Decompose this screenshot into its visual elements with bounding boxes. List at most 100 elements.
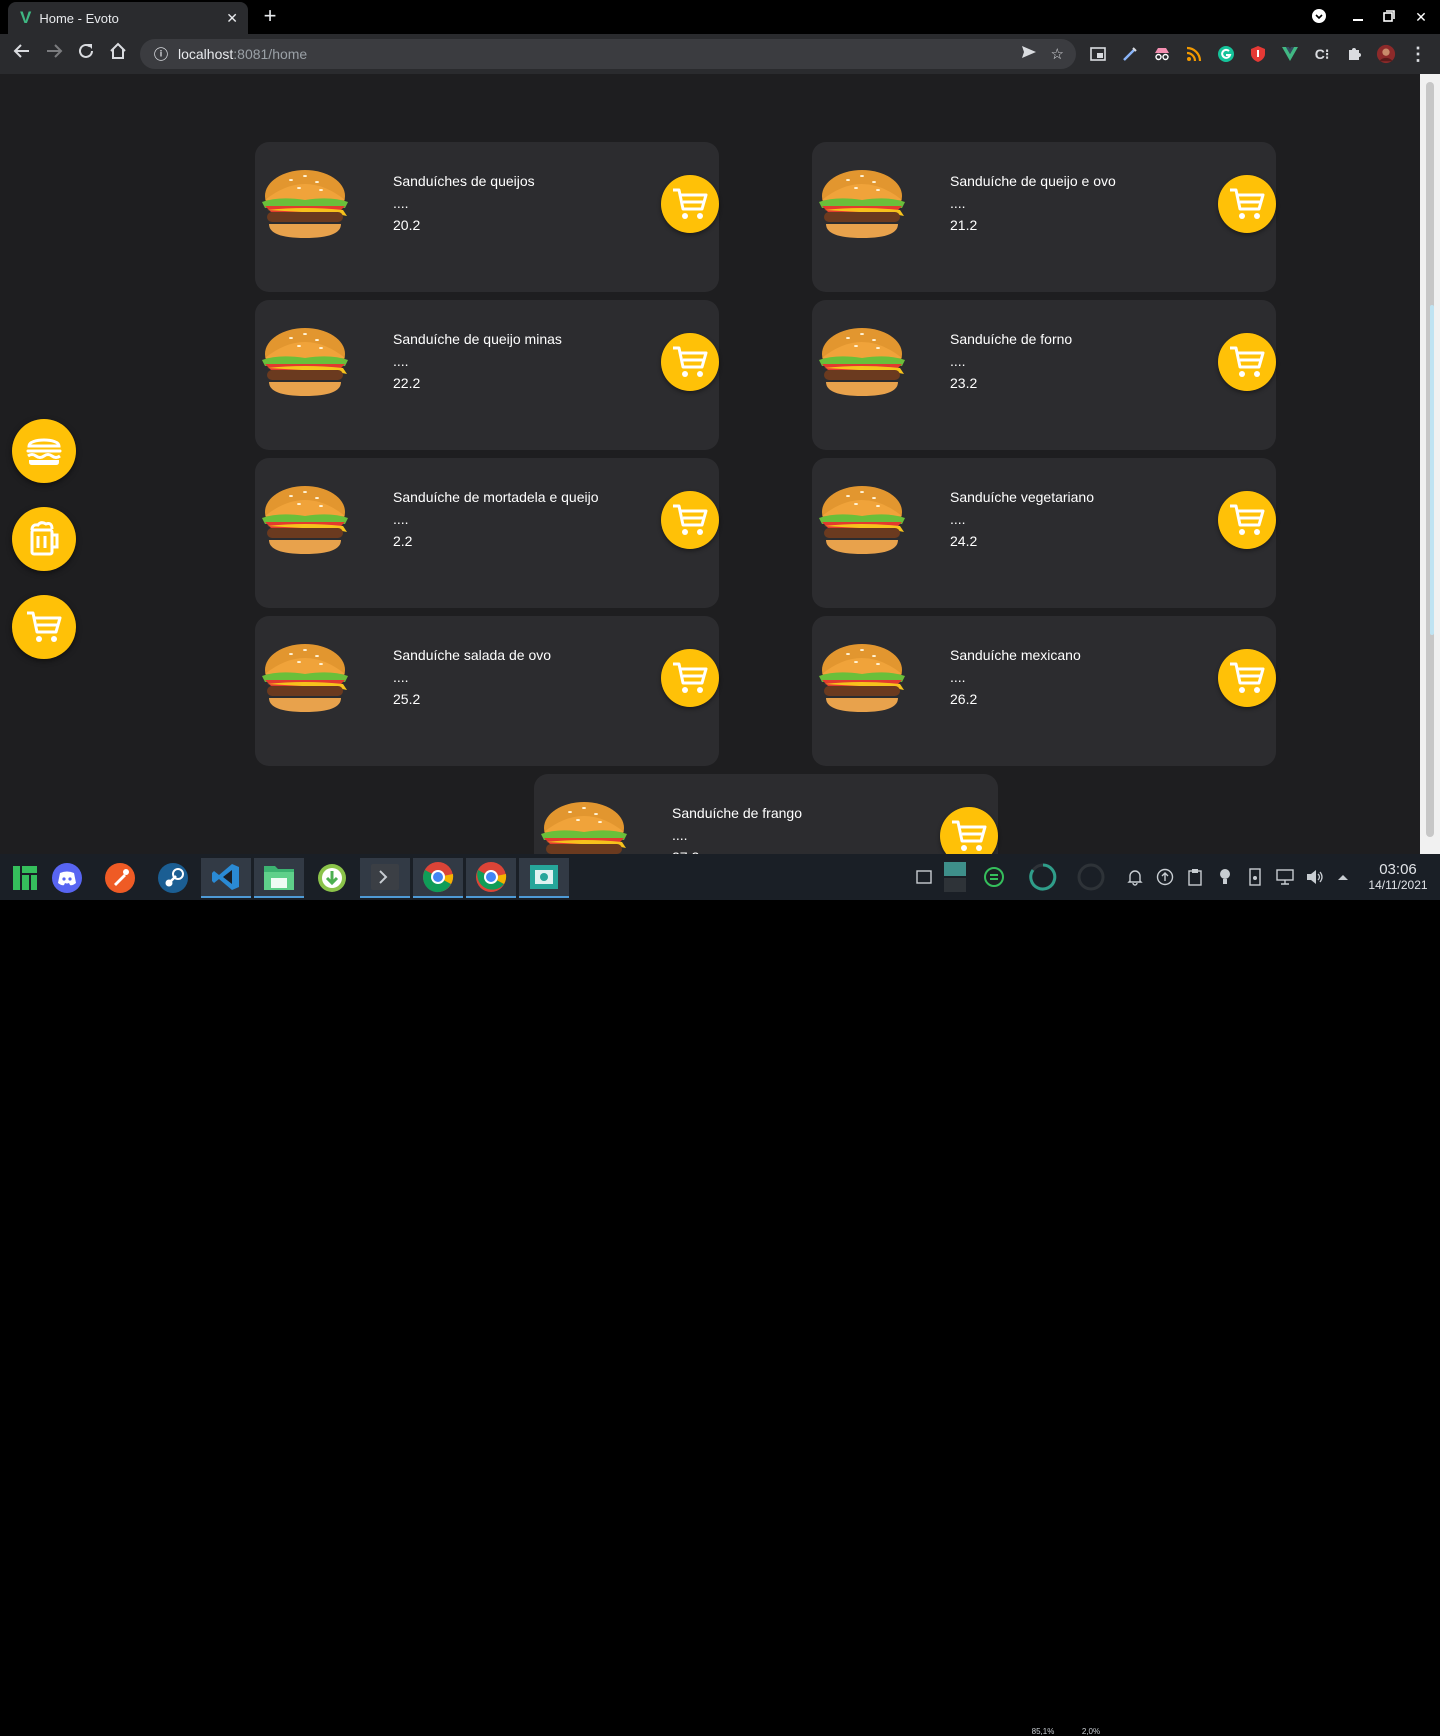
chrome-second-window-icon[interactable]: [466, 858, 516, 898]
browser-toolbar: i localhost:8081/home ☆ C⁝ ⋮: [0, 34, 1440, 74]
cpu-monitor[interactable]: [1028, 862, 1058, 892]
site-info-icon[interactable]: i: [154, 47, 168, 61]
tab-search-icon[interactable]: [1310, 8, 1328, 26]
scrollbar-highlight: [1430, 305, 1434, 635]
chrome-menu-icon[interactable]: ⋮: [1408, 44, 1428, 64]
file-manager-icon[interactable]: [254, 858, 304, 898]
burger-image: [819, 170, 905, 238]
product-card[interactable]: Sanduíche de forno.... 23.2: [812, 300, 1276, 450]
product-price: 22.2: [393, 375, 421, 391]
new-tab-button[interactable]: +: [258, 4, 282, 28]
add-to-cart-button[interactable]: [1218, 333, 1276, 391]
product-description: ....: [672, 827, 688, 843]
forward-arrow-icon[interactable]: [42, 42, 66, 66]
product-card[interactable]: Sanduíche de mortadela e queijo.... 2.2: [255, 458, 719, 608]
shield-ext-icon[interactable]: [1248, 44, 1268, 64]
product-name: Sanduíche vegetariano: [950, 489, 1094, 505]
incognito-ext-icon[interactable]: [1152, 44, 1172, 64]
pager-icon[interactable]: [943, 862, 967, 892]
screenshot-tool-icon[interactable]: [519, 858, 569, 898]
profile-avatar[interactable]: [1376, 44, 1396, 64]
cart-icon: [1230, 662, 1265, 693]
extensions-puzzle-icon[interactable]: [1344, 44, 1364, 64]
vscode-icon[interactable]: [201, 858, 251, 898]
network-icon[interactable]: [1274, 866, 1296, 888]
css-ext-icon[interactable]: C⁝: [1312, 44, 1332, 64]
product-card[interactable]: Sanduíche de frango....27.2: [534, 774, 998, 854]
product-card[interactable]: Sanduíche mexicano.... 26.2: [812, 616, 1276, 766]
product-card[interactable]: Sanduíche de queijo e ovo.... 21.2: [812, 142, 1276, 292]
send-tab-icon[interactable]: [1021, 44, 1037, 64]
fab-burgers-button[interactable]: [12, 419, 76, 483]
add-to-cart-button[interactable]: [661, 649, 719, 707]
notifications-icon[interactable]: [1124, 866, 1146, 888]
device-icon[interactable]: [1244, 866, 1266, 888]
fab-drinks-button[interactable]: [12, 507, 76, 571]
product-description: ....: [950, 195, 966, 211]
add-to-cart-button[interactable]: [661, 491, 719, 549]
discord-icon[interactable]: [42, 858, 92, 898]
terminal-icon[interactable]: [360, 858, 410, 898]
burger-icon: [26, 438, 62, 465]
vue-devtools-icon[interactable]: [1280, 44, 1300, 64]
reload-icon[interactable]: [74, 42, 98, 66]
product-card[interactable]: Sanduíche vegetariano.... 24.2: [812, 458, 1276, 608]
cart-icon: [1230, 504, 1265, 535]
steam-icon[interactable]: [148, 858, 198, 898]
night-color-icon[interactable]: [1214, 866, 1236, 888]
product-name: Sanduíche salada de ovo: [393, 647, 552, 663]
address-bar[interactable]: i localhost:8081/home ☆: [140, 39, 1076, 69]
product-card[interactable]: Sanduíches de queijos.... 20.2: [255, 142, 719, 292]
color-picker-icon[interactable]: [1120, 44, 1140, 64]
add-to-cart-button[interactable]: [1218, 175, 1276, 233]
memory-monitor[interactable]: [1076, 862, 1106, 892]
product-name: Sanduíche de queijo minas: [393, 331, 562, 347]
minimize-icon[interactable]: [1349, 8, 1367, 26]
cart-icon: [27, 611, 62, 642]
product-price: 24.2: [950, 533, 978, 549]
product-card[interactable]: Sanduíche de queijo minas.... 22.2: [255, 300, 719, 450]
add-to-cart-button[interactable]: [1218, 649, 1276, 707]
steam-tray-icon[interactable]: [983, 866, 1005, 888]
postman-icon[interactable]: [95, 858, 145, 898]
product-name: Sanduíche de forno: [950, 331, 1073, 347]
product-description: ....: [950, 511, 966, 527]
taskbar-clock[interactable]: 03:06 14/11/2021: [1358, 862, 1438, 893]
add-to-cart-button[interactable]: [661, 175, 719, 233]
product-description: ....: [950, 353, 966, 369]
clipboard-icon[interactable]: [1184, 866, 1206, 888]
product-name: Sanduíche de mortadela e queijo: [393, 489, 599, 505]
browser-tab[interactable]: V Home - Evoto ✕: [8, 2, 248, 34]
clock-date: 14/11/2021: [1368, 878, 1428, 892]
show-desktop-icon[interactable]: [913, 866, 935, 888]
product-price: 2.2: [393, 533, 413, 549]
fab-cart-button[interactable]: [12, 595, 76, 659]
cart-icon: [1230, 346, 1265, 377]
maximize-icon[interactable]: [1380, 8, 1398, 26]
product-card[interactable]: Sanduíche salada de ovo.... 25.2: [255, 616, 719, 766]
grammarly-icon[interactable]: [1216, 44, 1236, 64]
tray-expand-icon[interactable]: [1332, 866, 1354, 888]
tab-close-icon[interactable]: ✕: [226, 10, 238, 27]
window-close-icon[interactable]: ✕: [1412, 8, 1430, 26]
product-description: ....: [393, 195, 409, 211]
download-manager-icon[interactable]: [307, 858, 357, 898]
product-price: 23.2: [950, 375, 978, 391]
back-arrow-icon[interactable]: [10, 42, 34, 66]
home-icon[interactable]: [106, 42, 130, 66]
rss-feed-icon[interactable]: [1184, 44, 1204, 64]
burger-image: [819, 644, 905, 712]
media-router-icon[interactable]: [1088, 44, 1108, 64]
product-name: Sanduíches de queijos: [393, 173, 535, 189]
bookmark-star-icon[interactable]: ☆: [1051, 45, 1064, 63]
add-to-cart-button[interactable]: [940, 807, 998, 854]
cart-icon: [952, 820, 987, 851]
updates-icon[interactable]: [1154, 866, 1176, 888]
cart-icon: [673, 188, 708, 219]
product-name: Sanduíche de queijo e ovo: [950, 173, 1116, 189]
url-path: :8081/home: [233, 46, 308, 62]
chrome-icon[interactable]: [413, 858, 463, 898]
add-to-cart-button[interactable]: [661, 333, 719, 391]
add-to-cart-button[interactable]: [1218, 491, 1276, 549]
volume-icon[interactable]: [1304, 866, 1326, 888]
